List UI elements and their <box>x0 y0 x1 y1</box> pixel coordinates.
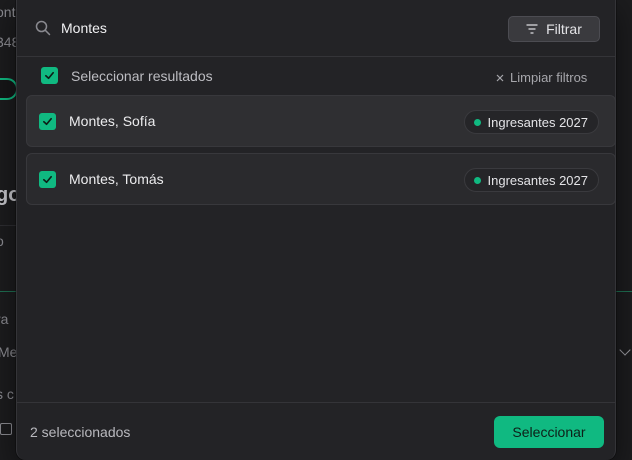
result-checkbox[interactable] <box>39 113 56 130</box>
filter-button-label: Filtrar <box>546 21 582 37</box>
bg-text-fragment: ont <box>0 4 16 20</box>
bg-divider <box>0 225 16 226</box>
clear-filters-label: Limpiar filtros <box>510 70 588 85</box>
select-results-row: Seleccionar resultados Limpiar filtros <box>17 57 615 95</box>
clear-filters-link[interactable]: Limpiar filtros <box>496 70 587 85</box>
select-all-label: Seleccionar resultados <box>71 68 213 84</box>
bg-divider <box>0 291 16 292</box>
close-icon <box>496 74 504 81</box>
select-button[interactable]: Seleccionar <box>494 416 604 448</box>
check-icon <box>43 117 52 126</box>
member-select-modal: Filtrar Seleccionar resultados Limpiar f… <box>16 0 616 460</box>
result-row[interactable]: Montes, Sofía Ingresantes 2027 <box>26 95 616 147</box>
status-dot-icon <box>473 176 481 184</box>
status-dot-icon <box>473 118 481 126</box>
group-badge: Ingresantes 2027 <box>463 168 599 192</box>
chevron-down-icon <box>619 344 631 356</box>
search-bar: Filtrar <box>17 0 615 57</box>
bg-divider <box>616 291 632 292</box>
modal-footer: 2 seleccionados Seleccionar <box>17 402 615 460</box>
result-name: Montes, Tomás <box>69 171 164 187</box>
select-all-checkbox[interactable] <box>41 67 58 84</box>
result-name: Montes, Sofía <box>69 113 156 129</box>
filter-button[interactable]: Filtrar <box>508 16 600 42</box>
result-row[interactable]: Montes, Tomás Ingresantes 2027 <box>26 153 616 205</box>
group-badge: Ingresantes 2027 <box>463 110 599 134</box>
check-icon <box>43 175 52 184</box>
search-icon <box>35 20 51 36</box>
filter-icon <box>526 24 538 34</box>
bg-text-fragment: Me <box>0 344 18 360</box>
group-badge-label: Ingresantes 2027 <box>487 172 588 188</box>
calendar-icon <box>0 423 12 435</box>
bg-text-fragment: ra <box>0 311 9 327</box>
group-badge-label: Ingresantes 2027 <box>487 114 588 130</box>
check-icon <box>45 71 54 80</box>
bg-text-fragment: o <box>0 233 4 249</box>
selected-count: 2 seleccionados <box>30 424 131 440</box>
search-input[interactable] <box>61 16 481 40</box>
bg-text-fragment: s c <box>0 386 14 402</box>
result-checkbox[interactable] <box>39 171 56 188</box>
